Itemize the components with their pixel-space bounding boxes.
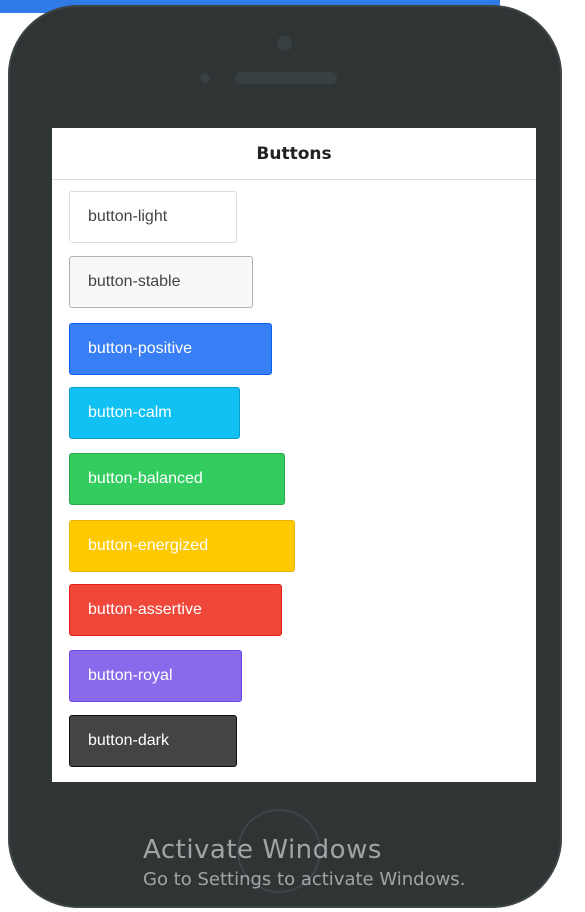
sensor-icon: [200, 73, 210, 83]
camera-icon: [277, 36, 292, 51]
button-assertive[interactable]: button-assertive: [69, 584, 282, 636]
app-header: Buttons: [52, 128, 536, 180]
phone-screen: Buttons button-light button-stable butto…: [52, 128, 536, 782]
button-dark[interactable]: button-dark: [69, 715, 237, 767]
button-calm[interactable]: button-calm: [69, 387, 240, 439]
home-button[interactable]: [237, 809, 321, 893]
button-energized[interactable]: button-energized: [69, 520, 295, 572]
page-title: Buttons: [256, 143, 332, 164]
phone-frame: Buttons button-light button-stable butto…: [8, 5, 562, 908]
button-stable[interactable]: button-stable: [69, 256, 253, 308]
button-royal[interactable]: button-royal: [69, 650, 242, 702]
window: Buttons button-light button-stable butto…: [0, 0, 585, 912]
speaker-icon: [235, 72, 337, 84]
button-balanced[interactable]: button-balanced: [69, 453, 285, 505]
button-positive[interactable]: button-positive: [69, 323, 272, 375]
button-light[interactable]: button-light: [69, 191, 237, 243]
